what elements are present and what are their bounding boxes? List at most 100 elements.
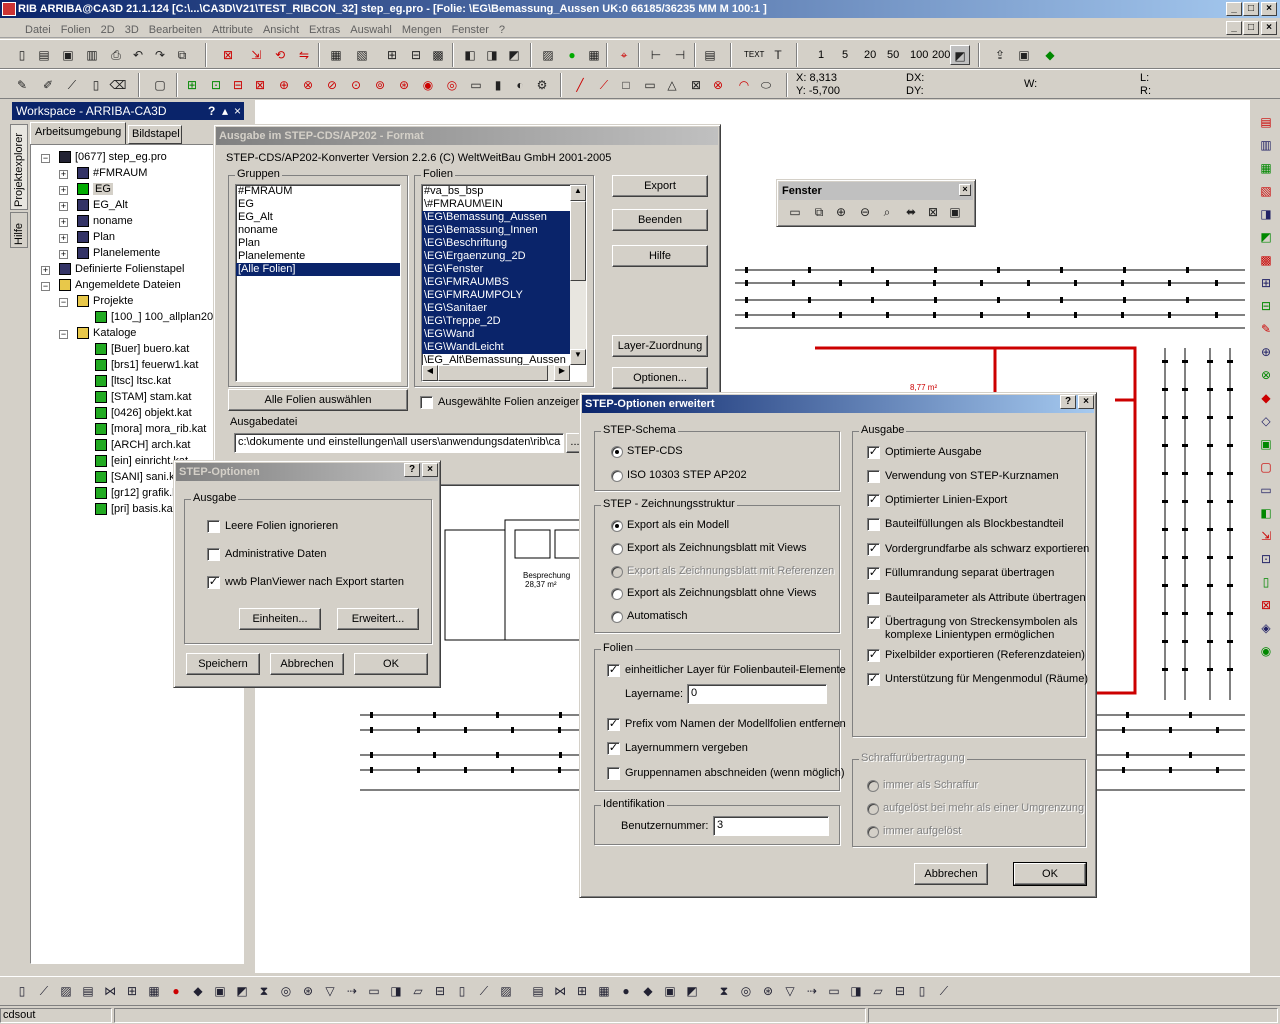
- snap4-icon[interactable]: ⊠: [250, 75, 270, 95]
- menu-folien[interactable]: Folien: [56, 21, 96, 39]
- right-tool-10-icon[interactable]: ✎: [1256, 319, 1276, 339]
- scroll-left-icon[interactable]: ◀: [422, 365, 438, 381]
- vordergrundfarbe-checkbox[interactable]: ✓: [867, 543, 880, 556]
- cube-icon[interactable]: ▭: [466, 75, 486, 95]
- half-icon[interactable]: ◐: [510, 75, 530, 95]
- radio-automatisch[interactable]: [611, 611, 623, 623]
- grid-icon[interactable]: ⊞: [382, 45, 402, 65]
- fenster-close-button[interactable]: ×: [959, 184, 971, 196]
- tree-expand-icon[interactable]: −: [59, 330, 68, 339]
- view3-icon[interactable]: ◩: [504, 45, 524, 65]
- rect-icon[interactable]: □: [616, 75, 636, 95]
- scale-100-button[interactable]: 100: [910, 49, 928, 61]
- bottom-tool-38-icon[interactable]: ◨: [846, 981, 866, 1001]
- snap9-icon[interactable]: ⊚: [370, 75, 390, 95]
- window-new-icon[interactable]: ▭: [785, 202, 805, 222]
- n-box-icon[interactable]: ⊠: [686, 75, 706, 95]
- tree-item[interactable]: Definierte Folienstapel: [59, 263, 184, 276]
- scale-5-button[interactable]: 5: [842, 49, 848, 61]
- print-icon[interactable]: ⎙: [106, 45, 126, 65]
- snap7-icon[interactable]: ⊘: [322, 75, 342, 95]
- redo-icon[interactable]: ↷: [150, 45, 170, 65]
- bottom-tool-20-icon[interactable]: ⊟: [430, 981, 450, 1001]
- bottom-tool-16-icon[interactable]: ⇢: [342, 981, 362, 1001]
- radio-ein-modell[interactable]: [611, 520, 623, 532]
- speichern-button[interactable]: Speichern: [186, 653, 260, 675]
- tree-item[interactable]: [ltsc] ltsc.kat: [95, 375, 171, 388]
- bottom-tool-10-icon[interactable]: ▣: [210, 981, 230, 1001]
- step-options-close-button[interactable]: ×: [422, 463, 438, 477]
- mdi-maximize-button[interactable]: □: [1243, 21, 1259, 35]
- menu-2d[interactable]: 2D: [96, 21, 120, 39]
- view1-icon[interactable]: ◧: [460, 45, 480, 65]
- bottom-tool-37-icon[interactable]: ▭: [824, 981, 844, 1001]
- folien-list-item[interactable]: \#FMRAUM\EIN: [422, 198, 570, 211]
- mengenmodul-checkbox[interactable]: ✓: [867, 673, 880, 686]
- book-icon[interactable]: ◆: [1040, 45, 1060, 65]
- bottom-tool-3-icon[interactable]: ▨: [56, 981, 76, 1001]
- gruppen-list-item[interactable]: EG_Alt: [236, 211, 400, 224]
- scroll-up-icon[interactable]: ▲: [570, 185, 586, 201]
- folien-list-item[interactable]: \EG\Bemassung_Innen: [422, 224, 570, 237]
- bottom-tool-27-icon[interactable]: ▦: [594, 981, 614, 1001]
- right-tool-14-icon[interactable]: ◇: [1256, 411, 1276, 431]
- workspace-pin-icon[interactable]: ▴: [222, 102, 228, 120]
- right-tool-17-icon[interactable]: ▭: [1256, 480, 1276, 500]
- menu-datei[interactable]: Datei: [5, 21, 56, 39]
- tab-bildstapel[interactable]: Bildstapel: [128, 125, 182, 144]
- fill-icon[interactable]: ●: [562, 45, 582, 65]
- scale-50-button[interactable]: 50: [887, 49, 899, 61]
- snap1-icon[interactable]: ⊞: [182, 75, 202, 95]
- optionen-button[interactable]: Optionen...: [612, 367, 708, 389]
- tree-item[interactable]: #FMRAUM: [77, 167, 147, 180]
- tree-expand-icon[interactable]: −: [59, 298, 68, 307]
- save-icon[interactable]: ▣: [58, 45, 78, 65]
- layer-zuordnung-button[interactable]: Layer-Zuordnung: [612, 335, 708, 357]
- tree-item[interactable]: Angemeldete Dateien: [59, 279, 181, 292]
- bottom-tool-12-icon[interactable]: ⧗: [254, 981, 274, 1001]
- tree-item[interactable]: [pri] basis.kat: [95, 503, 176, 516]
- right-tool-11-icon[interactable]: ⊕: [1256, 342, 1276, 362]
- scale-tool-icon[interactable]: ◩: [950, 45, 970, 65]
- hilfe-button[interactable]: Hilfe: [612, 245, 708, 267]
- mdi-minimize-button[interactable]: _: [1226, 21, 1242, 35]
- bottom-tool-34-icon[interactable]: ⊛: [758, 981, 778, 1001]
- right-tool-8-icon[interactable]: ⊞: [1256, 273, 1276, 293]
- hscroll-thumb[interactable]: [438, 365, 548, 381]
- zoom-all-icon[interactable]: ⊠: [923, 202, 943, 222]
- bauteilparameter-checkbox[interactable]: [867, 592, 880, 605]
- side-tab-projektexplorer[interactable]: Projektexplorer: [10, 124, 28, 210]
- rib-icon[interactable]: ▣: [1014, 45, 1034, 65]
- grid2-icon[interactable]: ⊟: [406, 45, 426, 65]
- folien-list-item[interactable]: \EG\Wand: [422, 328, 570, 341]
- view2-icon[interactable]: ◨: [482, 45, 502, 65]
- polyline-icon[interactable]: ⟋: [594, 75, 614, 95]
- mdi-close-button[interactable]: ×: [1261, 21, 1277, 35]
- zoom-icon[interactable]: ⌕: [877, 202, 897, 222]
- tree-expand-icon[interactable]: −: [41, 154, 50, 163]
- right-tool-9-icon[interactable]: ⊟: [1256, 296, 1276, 316]
- brush-icon[interactable]: ⟋: [62, 75, 82, 95]
- menu-extras[interactable]: Extras: [304, 21, 345, 39]
- linien-export-checkbox[interactable]: ✓: [867, 494, 880, 507]
- step-ext-ok-button[interactable]: OK: [1013, 862, 1087, 886]
- dim-icon[interactable]: ⊢: [646, 45, 666, 65]
- menu-ansicht[interactable]: Ansicht: [258, 21, 304, 39]
- folien-list-item[interactable]: \EG\Sanitaer: [422, 302, 570, 315]
- tree-expand-icon[interactable]: +: [59, 218, 68, 227]
- gruppen-list-item[interactable]: noname: [236, 224, 400, 237]
- bottom-tool-19-icon[interactable]: ▱: [408, 981, 428, 1001]
- text-edit-icon[interactable]: T: [768, 45, 788, 65]
- step-ext-close-button[interactable]: ×: [1078, 395, 1094, 409]
- optimierte-ausgabe-checkbox[interactable]: ✓: [867, 446, 880, 459]
- folien-list-item[interactable]: \EG\Treppe_2D: [422, 315, 570, 328]
- brk-icon[interactable]: ▤: [700, 45, 720, 65]
- layername-field[interactable]: 0: [687, 684, 827, 704]
- dim2-icon[interactable]: ⊣: [670, 45, 690, 65]
- snap12-icon[interactable]: ◎: [442, 75, 462, 95]
- step-options-ok-button[interactable]: OK: [354, 653, 428, 675]
- bottom-tool-39-icon[interactable]: ▱: [868, 981, 888, 1001]
- zoom-in-icon[interactable]: ⊕: [831, 202, 851, 222]
- tree-item[interactable]: [0677] step_eg.pro: [59, 151, 167, 164]
- rect2-icon[interactable]: ▭: [640, 75, 660, 95]
